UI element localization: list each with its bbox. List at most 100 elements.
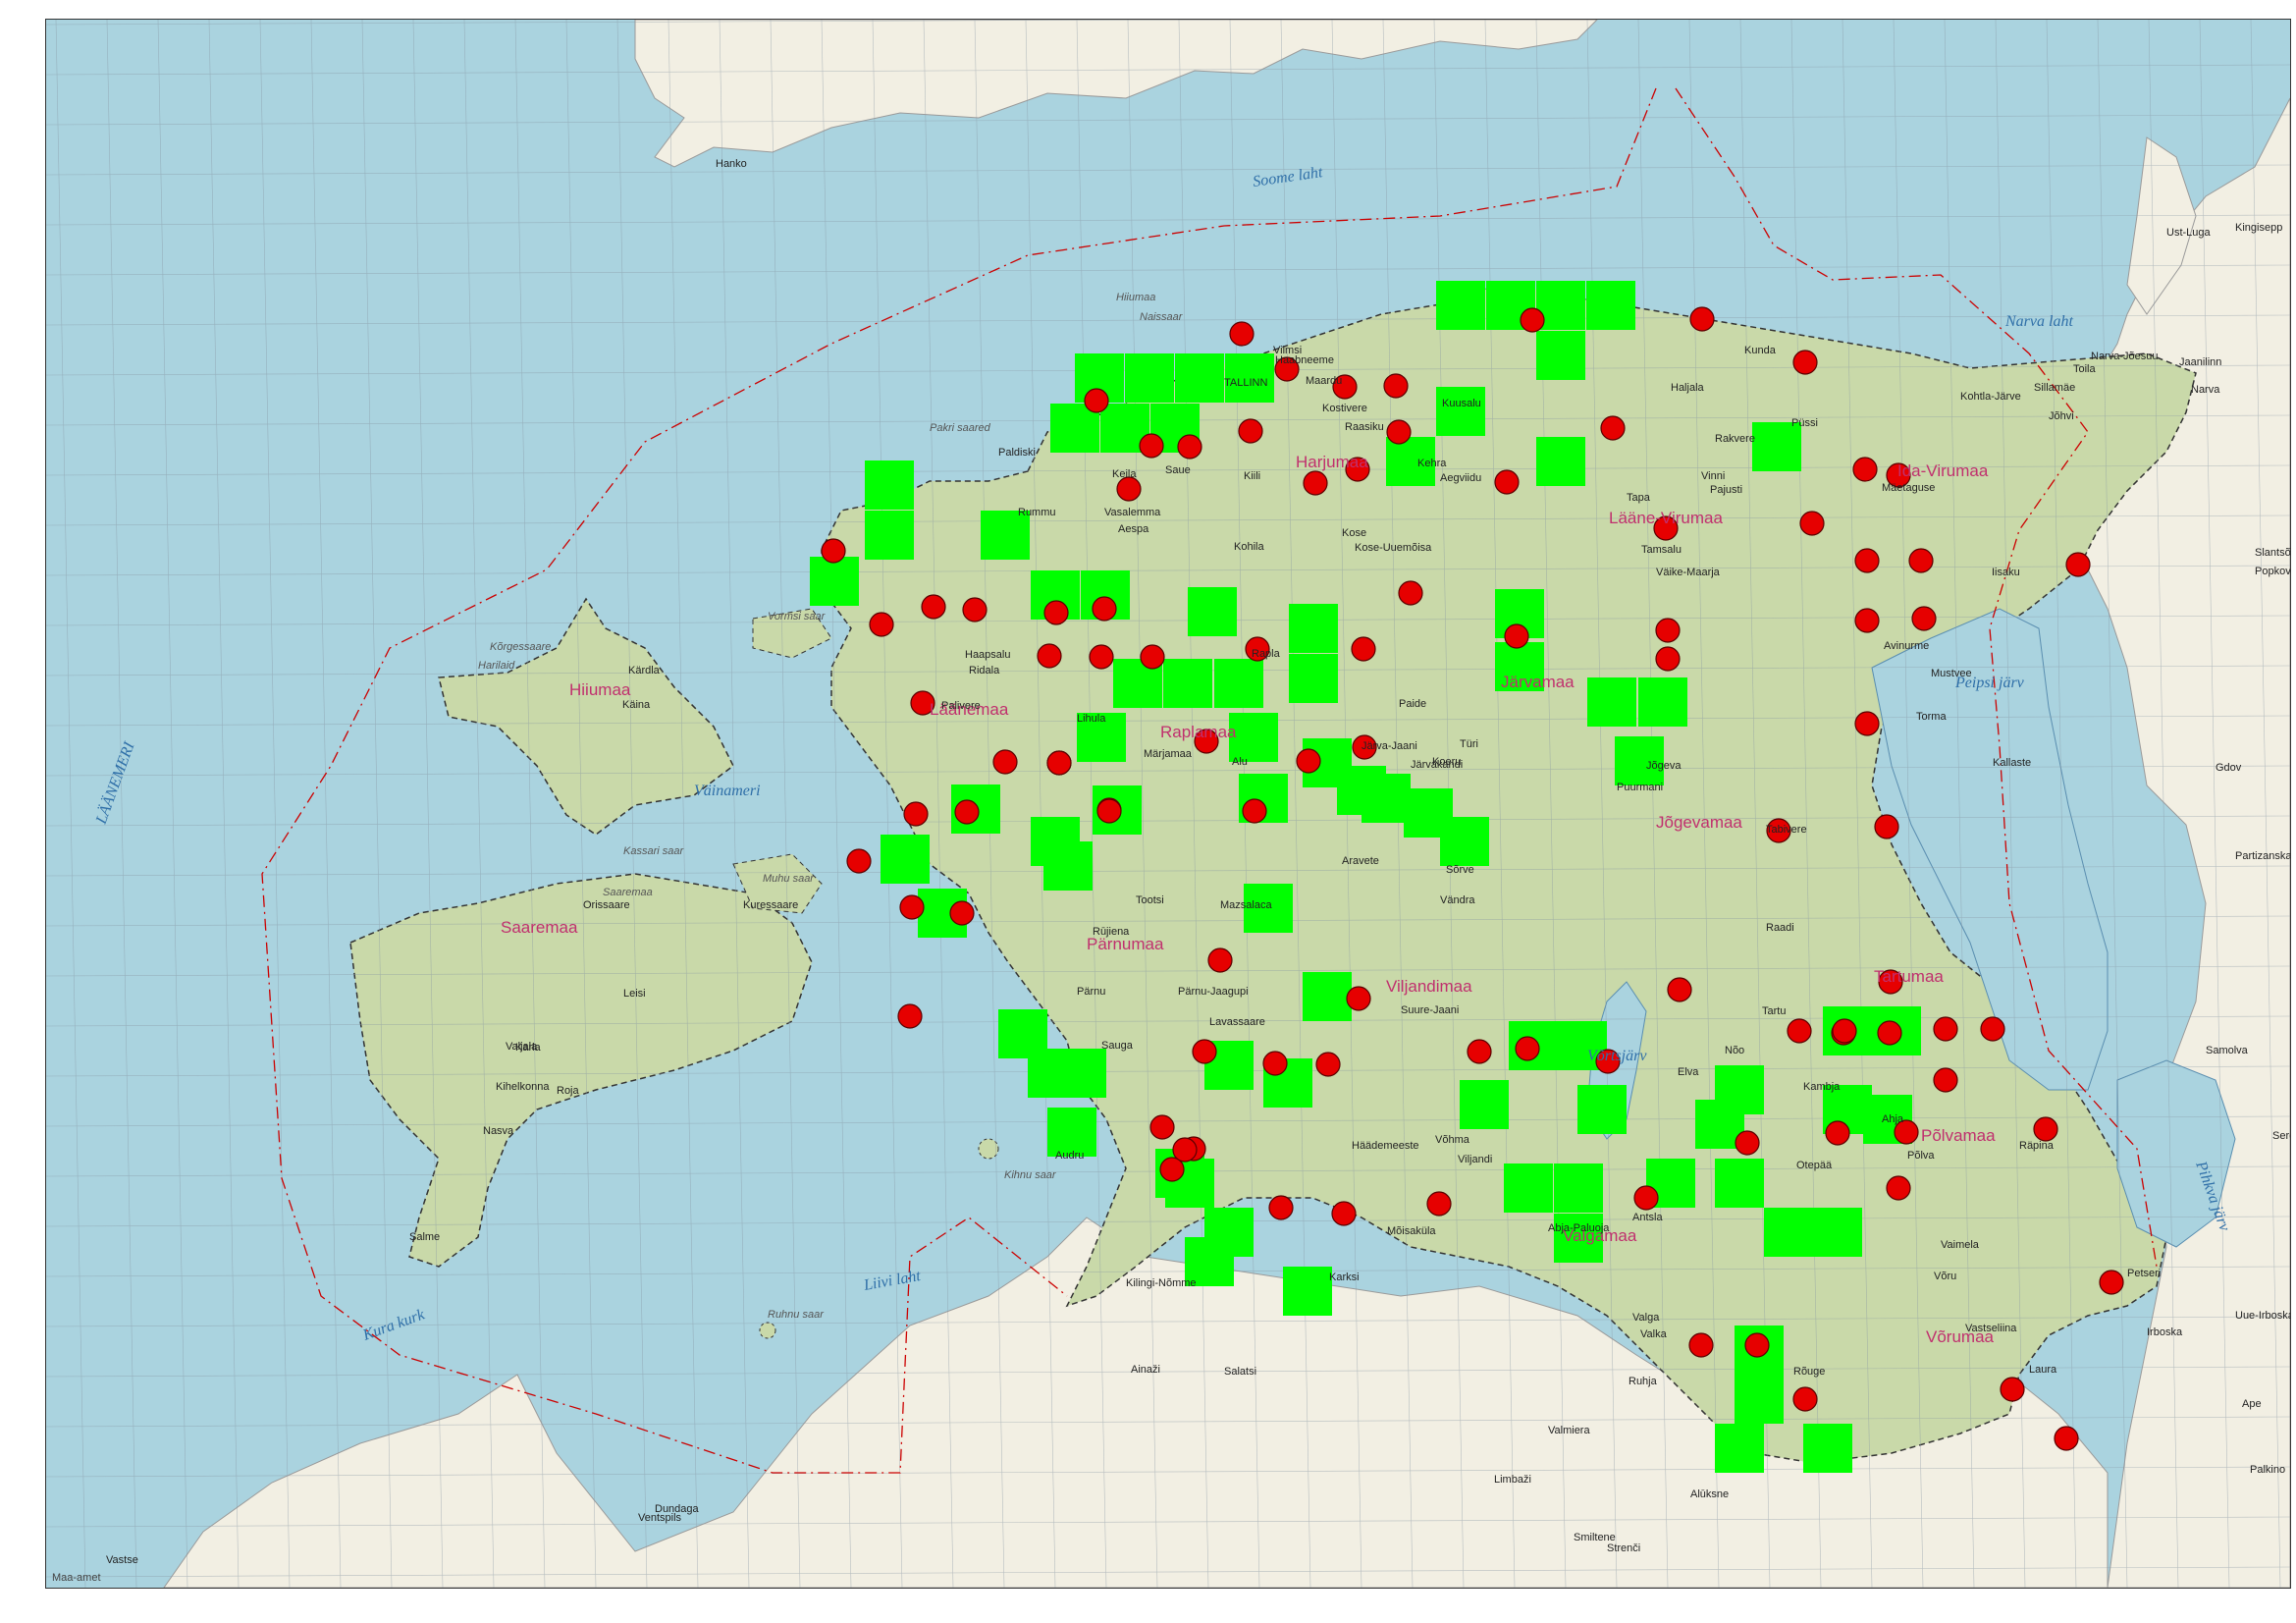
grid-square[interactable] — [1283, 1267, 1332, 1316]
observation-dot[interactable] — [1242, 798, 1267, 824]
observation-dot[interactable] — [2000, 1377, 2025, 1402]
observation-dot[interactable] — [1116, 476, 1142, 502]
map-canvas[interactable]: Soome laht Narva laht LÄÄNEMERI Väinameri Li… — [46, 20, 2290, 1588]
observation-dot[interactable] — [1655, 646, 1681, 672]
observation-dot[interactable] — [1084, 388, 1109, 413]
observation-dot[interactable] — [2099, 1270, 2124, 1295]
observation-dot[interactable] — [821, 538, 846, 564]
grid-square[interactable] — [1638, 677, 1687, 727]
grid-square[interactable] — [1289, 604, 1338, 653]
observation-dot[interactable] — [1426, 1191, 1452, 1217]
observation-dot[interactable] — [1825, 1120, 1850, 1146]
observation-dot[interactable] — [899, 894, 925, 920]
observation-dot[interactable] — [2054, 1426, 2079, 1451]
observation-dot[interactable] — [1933, 1067, 1958, 1093]
observation-dot[interactable] — [1787, 1018, 1812, 1044]
grid-square[interactable] — [1504, 1163, 1553, 1213]
grid-square[interactable] — [1125, 353, 1174, 403]
observation-dot[interactable] — [921, 594, 946, 620]
grid-square[interactable] — [1536, 437, 1585, 486]
observation-dot[interactable] — [1229, 321, 1255, 347]
observation-dot[interactable] — [1832, 1018, 1857, 1044]
observation-dot[interactable] — [1398, 580, 1423, 606]
observation-dot[interactable] — [1655, 618, 1681, 643]
observation-dot[interactable] — [1852, 457, 1878, 482]
observation-dot[interactable] — [992, 749, 1018, 775]
observation-dot[interactable] — [1854, 608, 1880, 633]
observation-dot[interactable] — [1886, 1175, 1911, 1201]
grid-square[interactable] — [1735, 1375, 1784, 1424]
grid-square[interactable] — [1715, 1424, 1764, 1473]
observation-dot[interactable] — [1238, 418, 1263, 444]
observation-dot[interactable] — [1933, 1016, 1958, 1042]
grid-square[interactable] — [1460, 1080, 1509, 1129]
observation-dot[interactable] — [1980, 1016, 2005, 1042]
observation-dot[interactable] — [2065, 552, 2091, 577]
grid-square[interactable] — [1229, 713, 1278, 762]
grid-square[interactable] — [1536, 331, 1585, 380]
observation-dot[interactable] — [1744, 1332, 1770, 1358]
observation-dot[interactable] — [1172, 1137, 1198, 1163]
grid-square[interactable] — [1715, 1159, 1764, 1208]
grid-square[interactable] — [1436, 281, 1485, 330]
grid-square[interactable] — [1554, 1163, 1603, 1213]
observation-dot[interactable] — [1303, 470, 1328, 496]
observation-dot[interactable] — [1262, 1051, 1288, 1076]
observation-dot[interactable] — [954, 799, 980, 825]
grid-square[interactable] — [1043, 841, 1093, 891]
observation-dot[interactable] — [1386, 419, 1412, 445]
grid-square[interactable] — [1586, 281, 1635, 330]
observation-dot[interactable] — [1046, 750, 1072, 776]
observation-dot[interactable] — [1149, 1114, 1175, 1140]
observation-dot[interactable] — [1467, 1039, 1492, 1064]
observation-dot[interactable] — [1600, 415, 1626, 441]
observation-dot[interactable] — [1667, 977, 1692, 1002]
observation-dot[interactable] — [1043, 600, 1069, 625]
observation-dot[interactable] — [1854, 548, 1880, 573]
grid-square[interactable] — [1764, 1208, 1813, 1257]
grid-square[interactable] — [865, 460, 914, 510]
observation-dot[interactable] — [1192, 1039, 1217, 1064]
observation-dot[interactable] — [1520, 307, 1545, 333]
grid-square[interactable] — [1436, 387, 1485, 436]
observation-dot[interactable] — [1515, 1036, 1540, 1061]
observation-dot[interactable] — [949, 900, 975, 926]
observation-dot[interactable] — [1037, 643, 1062, 669]
observation-dot[interactable] — [869, 612, 894, 637]
observation-dot[interactable] — [1207, 947, 1233, 973]
grid-square[interactable] — [1752, 422, 1801, 471]
observation-dot[interactable] — [903, 801, 929, 827]
observation-dot[interactable] — [1877, 1020, 1902, 1046]
observation-dot[interactable] — [1346, 986, 1371, 1011]
observation-dot[interactable] — [1383, 373, 1409, 399]
observation-dot[interactable] — [1908, 548, 1934, 573]
observation-dot[interactable] — [1854, 711, 1880, 736]
grid-square[interactable] — [865, 511, 914, 560]
grid-square[interactable] — [1057, 1049, 1106, 1098]
observation-dot[interactable] — [897, 1003, 923, 1029]
grid-square[interactable] — [810, 557, 859, 606]
observation-dot[interactable] — [846, 848, 872, 874]
grid-square[interactable] — [1163, 659, 1212, 708]
observation-dot[interactable] — [1494, 469, 1520, 495]
observation-dot[interactable] — [1096, 798, 1122, 824]
observation-dot[interactable] — [1874, 814, 1899, 839]
observation-dot[interactable] — [962, 597, 988, 622]
observation-dot[interactable] — [1792, 350, 1818, 375]
observation-dot[interactable] — [1268, 1195, 1294, 1220]
grid-square[interactable] — [1587, 677, 1636, 727]
grid-square[interactable] — [1214, 659, 1263, 708]
grid-square[interactable] — [1577, 1085, 1627, 1134]
grid-square[interactable] — [1289, 654, 1338, 703]
grid-square[interactable] — [1362, 774, 1411, 823]
grid-square[interactable] — [1175, 353, 1224, 403]
observation-dot[interactable] — [1911, 606, 1937, 631]
observation-dot[interactable] — [1688, 1332, 1714, 1358]
observation-dot[interactable] — [1351, 636, 1376, 662]
observation-dot[interactable] — [1504, 623, 1529, 649]
observation-dot[interactable] — [1792, 1386, 1818, 1412]
observation-dot[interactable] — [2033, 1116, 2058, 1142]
grid-square[interactable] — [1803, 1424, 1852, 1473]
observation-dot[interactable] — [1089, 644, 1114, 670]
grid-square[interactable] — [1813, 1208, 1862, 1257]
